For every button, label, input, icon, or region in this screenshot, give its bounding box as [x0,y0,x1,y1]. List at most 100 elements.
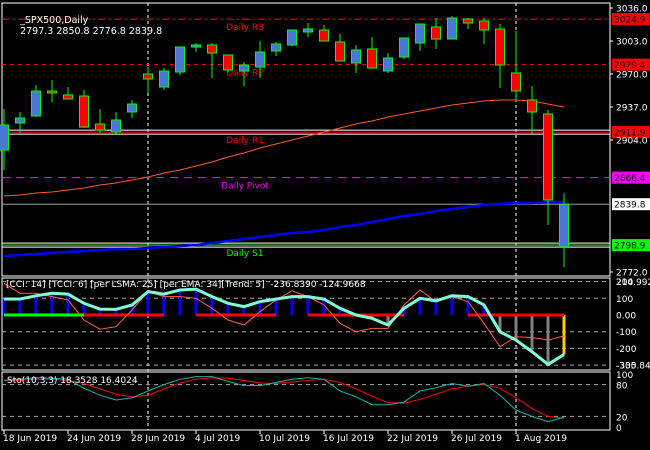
x-tick-label: 26 Jul 2019 [451,434,502,444]
y-tick-label: 2772.0 [616,269,648,279]
candle-body [143,73,153,80]
x-tick-label: 28 Jun 2019 [131,434,185,444]
candle-body [207,44,217,54]
candle-body [479,20,489,31]
current-price-label: 2839.8 [614,201,646,211]
candle-body [47,90,57,94]
y-tick-label: 2970.0 [616,71,648,81]
y-tick-label: 2937.0 [616,104,648,114]
cci-y-tick-label: 100 [616,295,633,305]
candle-body [543,113,553,201]
candle-body [319,29,329,42]
sto-y-tick-label: 20 [616,413,628,423]
candle [511,31,521,101]
cci-panel-border [1,277,611,371]
candle [479,18,489,44]
candle [207,43,217,78]
candle [271,42,281,56]
candle [543,110,553,225]
candle-body [463,18,473,24]
candle [143,67,153,93]
ma-line [3,200,564,258]
candle-body [159,70,169,88]
cci-y-tick-label: 214.9929 [616,278,650,288]
candle-body [447,17,457,40]
candle-body [303,28,313,33]
candle [79,90,89,128]
candle-body [399,37,409,58]
candle-body [95,123,105,131]
sto-y-tick-label: 100 [616,371,633,381]
candle-body [431,26,441,40]
candle [159,68,169,90]
candle [95,109,105,133]
candle [287,29,297,46]
x-tick-label: 4 Jul 2019 [195,434,240,444]
cci-y-tick-label: -100 [616,328,637,338]
candle-body [223,54,233,71]
cci-y-tick-label: -200 [616,345,637,355]
candle [431,18,441,49]
candle [175,46,185,75]
candle [559,193,569,268]
candle [191,43,201,52]
candle-body [239,64,249,72]
candle [47,80,57,102]
candle-body [367,48,377,69]
candle-body [559,203,569,248]
candle-body [79,95,89,128]
ohlc-values: 2797.3 2850.8 2776.8 2839.8 [20,26,163,37]
candle [111,112,121,134]
candle [383,53,393,73]
candle [447,16,457,40]
candle-body [351,49,361,64]
cci-line [4,287,565,367]
candle [303,23,313,37]
candle [351,45,361,73]
x-tick-label: 18 Jun 2019 [3,434,57,444]
candle-body [175,46,185,73]
cci-title: [CCI: 14] [TCCI: 6] [per LSMA: 25] [per … [6,280,366,290]
candle-body [0,124,9,151]
sto-title: Sto(10,3,3) 18.3528 16.4024 [7,376,138,386]
candle [463,18,473,29]
cci-y-tick-label: 0.00 [616,312,636,322]
x-tick-label: 24 Jun 2019 [67,434,121,444]
candle [415,23,425,51]
candle-body [335,41,345,62]
candle [399,37,409,59]
candle [367,37,377,69]
trading-chart[interactable]: _SPX500,Daily 2797.3 2850.8 2776.8 2839.… [0,0,650,450]
candle [0,109,9,170]
candle-body [63,94,73,100]
candle-body [527,99,537,113]
candle [495,24,505,88]
candle-body [255,51,265,68]
candle-body [191,44,201,48]
candle [31,85,41,117]
sto-y-tick-label: 80 [616,382,628,392]
symbol-label: _SPX500,Daily [20,15,89,26]
level-label-daily-s1: Daily S1 [226,249,263,259]
level-price-label: 2866.4 [614,174,646,184]
x-tick-label: 1 Aug 2019 [515,434,567,444]
level-label-daily-r3: Daily R3 [226,23,264,33]
y-tick-label: 3036.0 [616,5,648,15]
candle [319,25,329,42]
candle-body [511,72,521,92]
level-price-label: 2798.9 [614,242,646,252]
candle-body [15,117,25,124]
candle [223,54,233,72]
candle-body [415,23,425,44]
candle-body [287,29,297,46]
sto-y-tick-label: 0 [616,424,622,434]
candle [335,34,345,62]
x-tick-label: 10 Jul 2019 [259,434,310,444]
y-tick-label: 3003.0 [616,38,648,48]
candle-body [111,119,121,133]
candle-body [127,103,137,113]
candle-body [495,28,505,66]
candle-body [31,90,41,117]
candle [127,100,137,118]
level-label-daily-pivot: Daily Pivot [221,182,269,192]
